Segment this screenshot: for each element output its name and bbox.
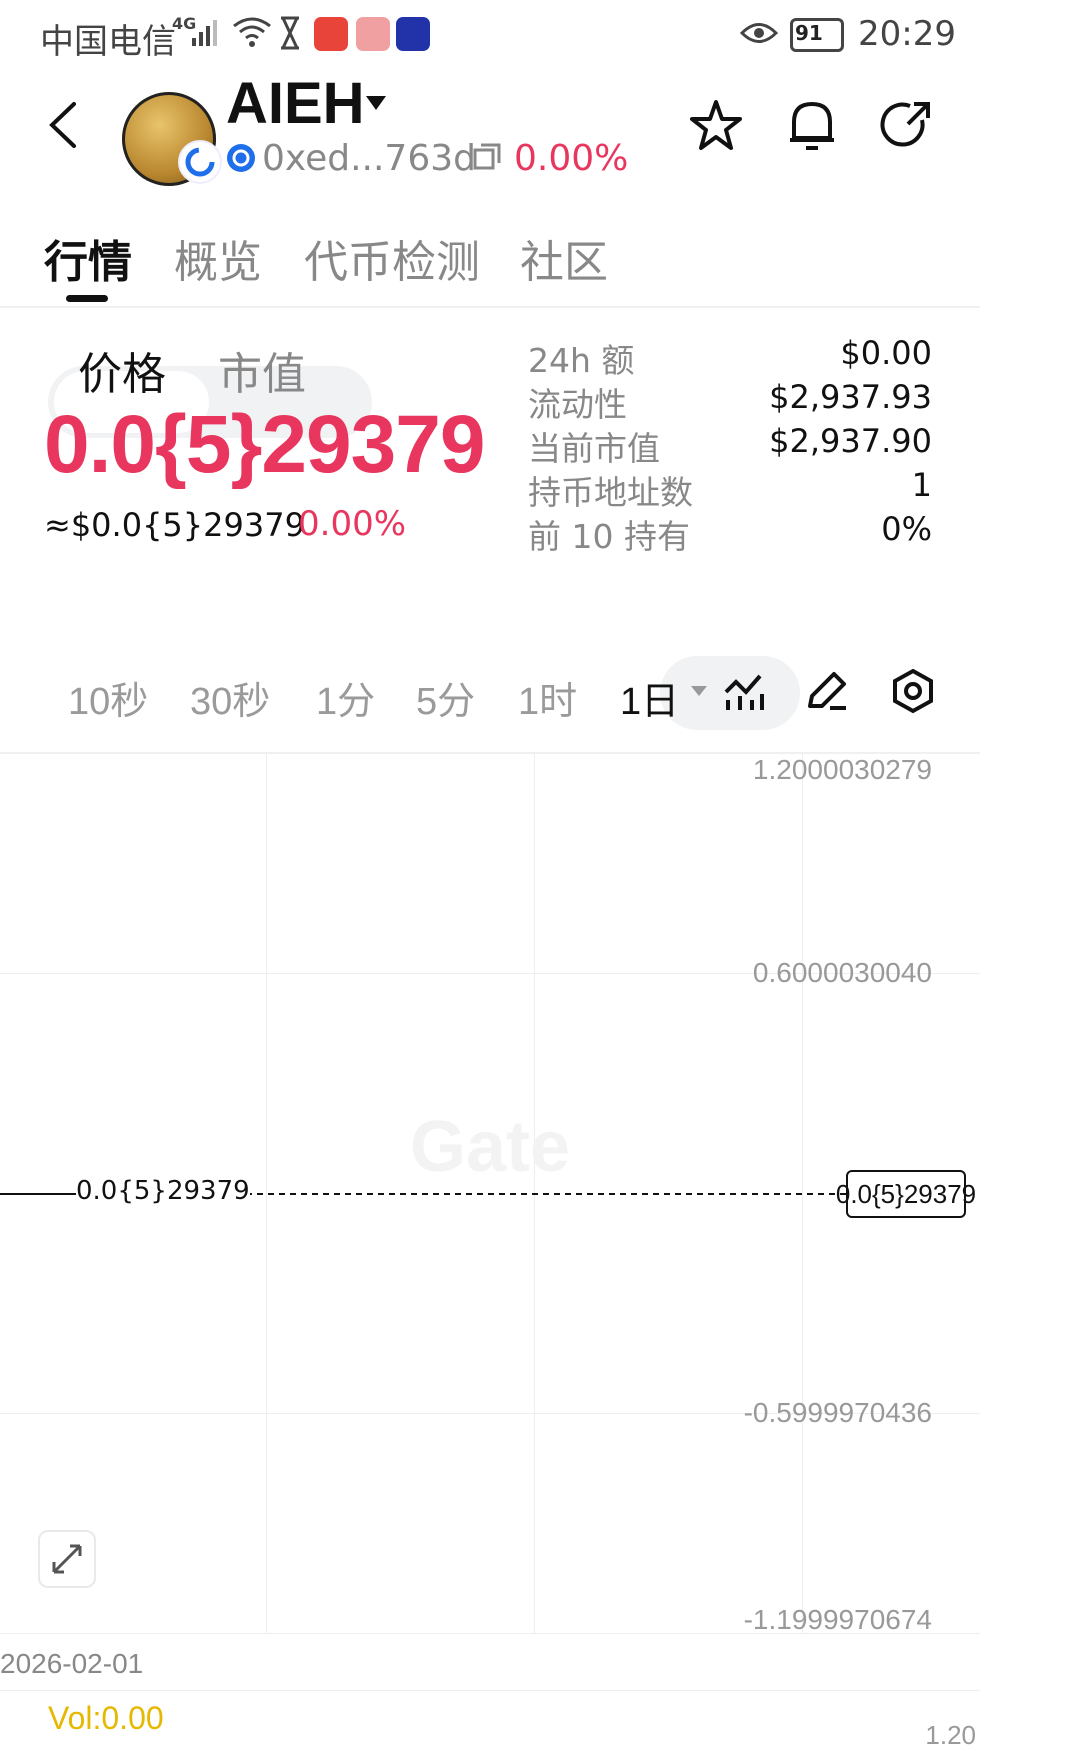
indicator-icon[interactable] bbox=[722, 670, 766, 714]
x-axis-date: 2026-02-01 bbox=[0, 1648, 144, 1679]
stats-list: 24h 额 $0.00 流动性 $2,937.93 当前市值 $2,937.90… bbox=[528, 334, 932, 556]
status-bar: 中国电信 4G 91 20:29 bbox=[0, 0, 1080, 78]
share-icon[interactable] bbox=[878, 98, 934, 154]
tab-overview[interactable]: 概览 bbox=[174, 226, 262, 290]
tab-token-check[interactable]: 代币检测 bbox=[304, 226, 480, 290]
hourglass-icon bbox=[281, 16, 299, 50]
stat-label: 流动性 bbox=[528, 385, 627, 424]
app-notification-icon bbox=[314, 17, 348, 51]
volume-label: Vol:0.00 bbox=[48, 1700, 164, 1736]
interval-30s[interactable]: 30秒 bbox=[190, 670, 270, 725]
usd-price: ≈$0.0{5}29379 bbox=[44, 506, 305, 544]
price-change: 0.00% bbox=[298, 504, 407, 544]
price-chart[interactable]: Gate 1.2000030279 0.6000030040 -0.599997… bbox=[0, 754, 980, 1635]
app-notification-icon bbox=[396, 17, 430, 51]
current-price-line-label: 0.0{5}29379 bbox=[76, 1176, 250, 1206]
interval-1m[interactable]: 1分 bbox=[316, 670, 375, 725]
interval-1h[interactable]: 1时 bbox=[518, 670, 577, 725]
stat-row: 流动性 $2,937.93 bbox=[528, 378, 932, 424]
volume-divider bbox=[0, 1690, 980, 1691]
bell-icon[interactable] bbox=[784, 96, 840, 156]
settings-icon[interactable] bbox=[890, 668, 936, 714]
stat-value: $2,937.90 bbox=[769, 422, 932, 460]
fullscreen-button[interactable] bbox=[38, 1530, 96, 1588]
chain-badge-icon bbox=[178, 140, 222, 184]
stat-value: 0% bbox=[881, 510, 932, 548]
interval-10s[interactable]: 10秒 bbox=[68, 670, 148, 725]
expand-icon bbox=[52, 1544, 82, 1574]
stat-row: 当前市值 $2,937.90 bbox=[528, 422, 932, 468]
stat-label: 24h 额 bbox=[528, 341, 635, 380]
stat-row: 持币地址数 1 bbox=[528, 466, 932, 512]
battery-icon: 91 bbox=[790, 18, 844, 52]
caret-down-icon[interactable] bbox=[690, 684, 708, 698]
stat-label: 前 10 持有 bbox=[528, 517, 690, 556]
carrier-label: 中国电信 bbox=[40, 22, 176, 62]
stat-row: 24h 额 $0.00 bbox=[528, 334, 932, 380]
toggle-market-cap[interactable]: 市值 bbox=[218, 338, 306, 402]
tab-market[interactable]: 行情 bbox=[44, 226, 132, 290]
stat-row: 前 10 持有 0% bbox=[528, 510, 932, 556]
interval-5m[interactable]: 5分 bbox=[416, 670, 475, 725]
token-title[interactable]: AIEH bbox=[226, 70, 365, 137]
token-address: 0xed...763d bbox=[262, 138, 476, 179]
back-icon[interactable] bbox=[44, 100, 84, 150]
chain-icon bbox=[227, 144, 255, 172]
active-tab-indicator bbox=[66, 295, 108, 302]
clock: 20:29 bbox=[858, 14, 956, 54]
current-price: 0.0{5}29379 bbox=[44, 399, 485, 490]
draw-icon[interactable] bbox=[804, 668, 850, 714]
stat-value: $0.00 bbox=[840, 334, 932, 372]
volume-axis-label: 1.20 bbox=[925, 1720, 976, 1750]
eye-icon bbox=[740, 23, 778, 43]
toggle-price[interactable]: 价格 bbox=[78, 338, 166, 402]
app-notification-icon bbox=[356, 17, 390, 51]
current-price-tag: 0.0{5}29379 bbox=[836, 1170, 976, 1218]
stat-label: 当前市值 bbox=[528, 429, 660, 468]
stat-value: 1 bbox=[911, 466, 932, 504]
header-change: 0.00% bbox=[514, 138, 629, 179]
star-icon[interactable] bbox=[688, 98, 744, 154]
wifi-icon bbox=[233, 17, 271, 47]
tab-community[interactable]: 社区 bbox=[520, 226, 608, 290]
stat-label: 持币地址数 bbox=[528, 473, 693, 512]
signal-icon bbox=[192, 20, 217, 46]
copy-icon[interactable] bbox=[472, 142, 502, 172]
interval-1d[interactable]: 1日 bbox=[620, 670, 679, 725]
tab-divider bbox=[0, 306, 980, 308]
stat-value: $2,937.93 bbox=[769, 378, 932, 416]
caret-down-icon[interactable] bbox=[364, 94, 388, 112]
